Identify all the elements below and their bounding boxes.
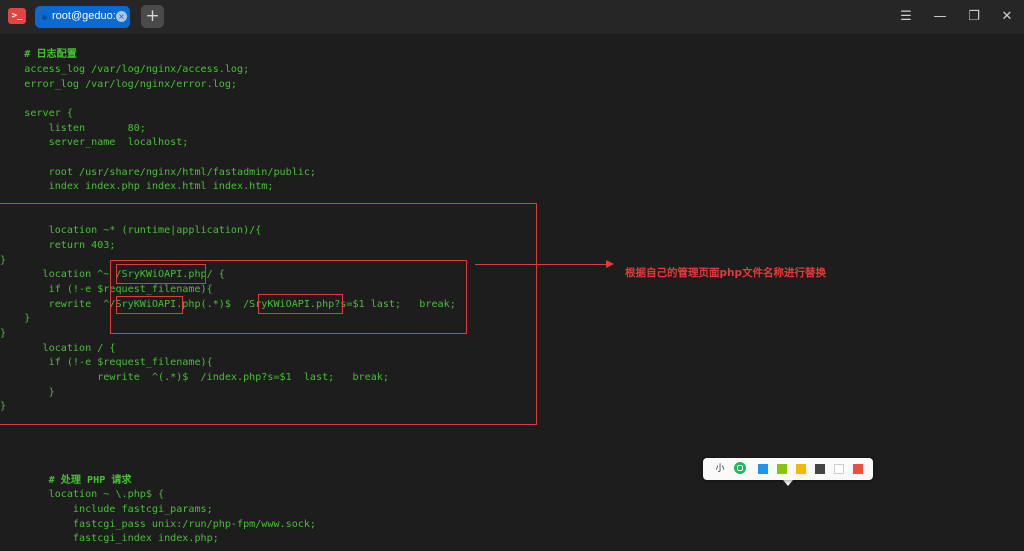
- white-swatch[interactable]: [834, 464, 844, 474]
- annotation-highlight-1: [116, 264, 206, 284]
- yellow-swatch[interactable]: [796, 464, 806, 474]
- terminal-line: # 日志配置: [0, 49, 77, 60]
- terminal-line: access_log /var/log/nginx/access.log;: [0, 64, 250, 75]
- terminal-app-icon: >_: [8, 8, 26, 24]
- menu-icon[interactable]: ☰: [898, 9, 914, 25]
- terminal-line: fastcgi_index index.php;: [0, 533, 219, 544]
- new-tab-button[interactable]: +: [141, 5, 164, 28]
- annotation-highlight-2: [116, 296, 183, 314]
- minimize-button[interactable]: —: [932, 9, 948, 25]
- terminal-line: fastcgi_pass unix:/run/php-fpm/www.sock;: [0, 519, 317, 530]
- lime-swatch[interactable]: [777, 464, 787, 474]
- close-button[interactable]: ✕: [999, 9, 1015, 25]
- terminal-line: # 处理 PHP 请求: [0, 475, 132, 486]
- title-bar: >_ root@geduo:~ × + ☰ — ❐ ✕: [0, 0, 1024, 34]
- terminal-line: server {: [0, 108, 73, 119]
- blue-swatch[interactable]: [758, 464, 768, 474]
- terminal-line: root /usr/share/nginx/html/fastadmin/pub…: [0, 167, 317, 178]
- terminal-line: error_log /var/log/nginx/error.log;: [0, 79, 238, 90]
- tab-indicator-dot: [42, 15, 47, 20]
- annotation-arrow-head: [606, 260, 614, 268]
- tab-close-icon[interactable]: ×: [116, 11, 127, 22]
- terminal-line: listen 80;: [0, 123, 146, 134]
- tab-root-geduo[interactable]: root@geduo:~ ×: [35, 6, 130, 28]
- red-swatch[interactable]: [853, 464, 863, 474]
- dark-gray-swatch[interactable]: [815, 464, 825, 474]
- toolbar-pointer: [783, 480, 793, 486]
- terminal-line: server_name localhost;: [0, 137, 189, 148]
- annotation-note: 根据自己的管理页面php文件名称进行替换: [625, 267, 827, 279]
- green-swatch[interactable]: [734, 462, 746, 474]
- color-toolbar: 小: [703, 458, 873, 480]
- tab-label: root@geduo:~: [52, 10, 123, 22]
- annotation-highlight-3: [258, 294, 343, 314]
- terminal-line: include fastcgi_params;: [0, 504, 213, 515]
- annotation-arrow: [475, 263, 610, 265]
- size-small-button[interactable]: 小: [713, 462, 727, 476]
- terminal-line: location ~ \.php$ {: [0, 489, 165, 500]
- maximize-button[interactable]: ❐: [966, 9, 982, 25]
- terminal-line: index index.php index.html index.htm;: [0, 181, 274, 192]
